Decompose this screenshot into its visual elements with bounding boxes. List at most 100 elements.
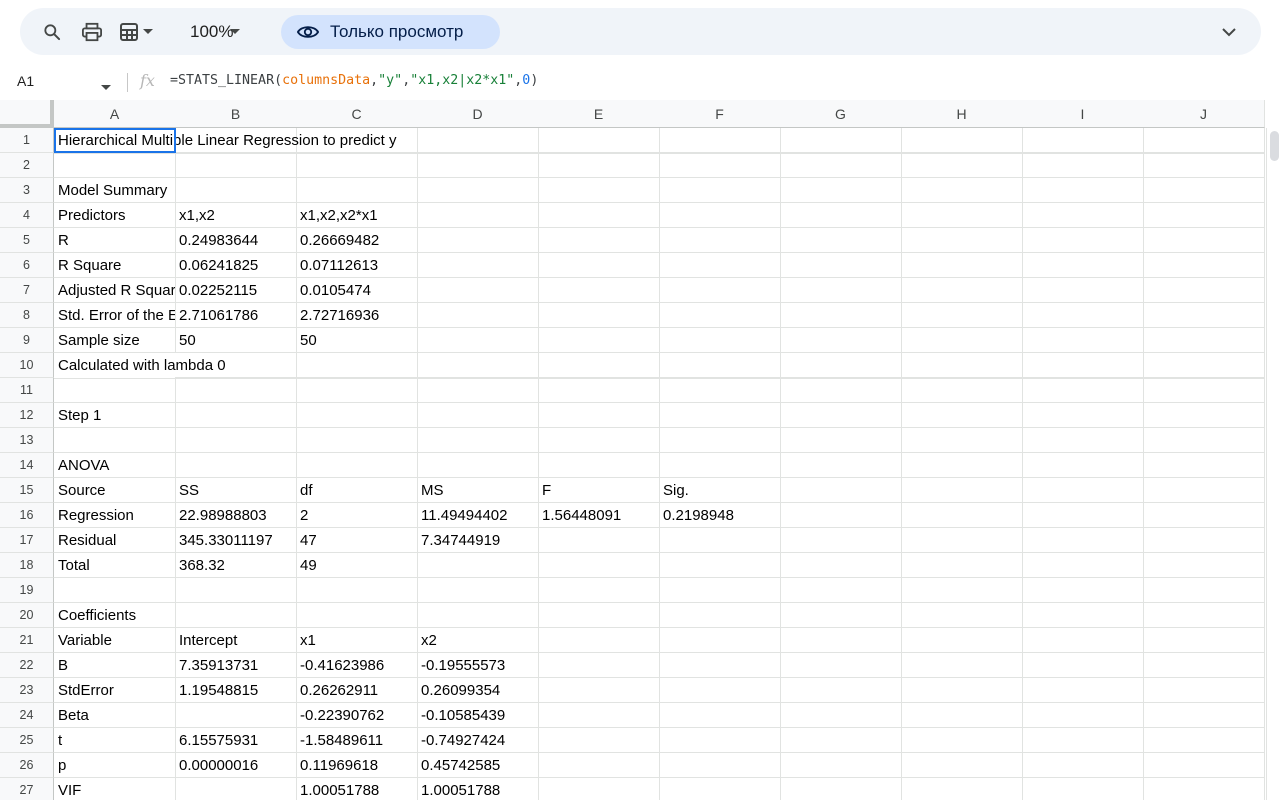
- cell-g23[interactable]: [780, 678, 902, 703]
- cell-b27[interactable]: [175, 778, 297, 800]
- cell-b15[interactable]: SS: [175, 478, 297, 503]
- cell-d11[interactable]: [417, 378, 539, 403]
- scrollbar-thumb[interactable]: [1270, 131, 1279, 161]
- cell-e2[interactable]: [538, 153, 660, 178]
- cell-a15[interactable]: Source: [54, 478, 176, 503]
- cell-d15[interactable]: MS: [417, 478, 539, 503]
- column-header-c[interactable]: C: [296, 100, 418, 128]
- row-header[interactable]: 6: [0, 253, 54, 278]
- cell-e23[interactable]: [538, 678, 660, 703]
- cell-a8[interactable]: Std. Error of the Estimate: [54, 303, 176, 328]
- cell-e15[interactable]: F: [538, 478, 660, 503]
- cell-h20[interactable]: [901, 603, 1023, 628]
- cell-j19[interactable]: [1143, 578, 1265, 603]
- cell-e25[interactable]: [538, 728, 660, 753]
- cell-c21[interactable]: x1: [296, 628, 418, 653]
- cell-b4[interactable]: x1,x2: [175, 203, 297, 228]
- cell-e24[interactable]: [538, 703, 660, 728]
- cell-i6[interactable]: [1022, 253, 1144, 278]
- cell-b26[interactable]: 0.00000016: [175, 753, 297, 778]
- cell-b22[interactable]: 7.35913731: [175, 653, 297, 678]
- cell-g24[interactable]: [780, 703, 902, 728]
- cell-j13[interactable]: [1143, 428, 1265, 453]
- paint-format-menu[interactable]: [116, 16, 156, 48]
- cell-g22[interactable]: [780, 653, 902, 678]
- cell-i18[interactable]: [1022, 553, 1144, 578]
- row-header[interactable]: 14: [0, 453, 54, 478]
- cell-e20[interactable]: [538, 603, 660, 628]
- cell-i16[interactable]: [1022, 503, 1144, 528]
- cell-e21[interactable]: [538, 628, 660, 653]
- cell-g27[interactable]: [780, 778, 902, 800]
- cell-f5[interactable]: [659, 228, 781, 253]
- cell-c20[interactable]: [296, 603, 418, 628]
- cell-i14[interactable]: [1022, 453, 1144, 478]
- cell-h21[interactable]: [901, 628, 1023, 653]
- cell-j9[interactable]: [1143, 328, 1265, 353]
- cell-b18[interactable]: 368.32: [175, 553, 297, 578]
- cell-j5[interactable]: [1143, 228, 1265, 253]
- cell-j12[interactable]: [1143, 403, 1265, 428]
- cell-j27[interactable]: [1143, 778, 1265, 800]
- cell-j14[interactable]: [1143, 453, 1265, 478]
- cell-a22[interactable]: B: [54, 653, 176, 678]
- cell-a5[interactable]: R: [54, 228, 176, 253]
- cell-d3[interactable]: [417, 178, 539, 203]
- cell-b7[interactable]: 0.02252115: [175, 278, 297, 303]
- cell-e22[interactable]: [538, 653, 660, 678]
- cell-e13[interactable]: [538, 428, 660, 453]
- cell-j25[interactable]: [1143, 728, 1265, 753]
- cell-h7[interactable]: [901, 278, 1023, 303]
- cell-c13[interactable]: [296, 428, 418, 453]
- cell-a18[interactable]: Total: [54, 553, 176, 578]
- cell-g8[interactable]: [780, 303, 902, 328]
- cell-d27[interactable]: 1.00051788: [417, 778, 539, 800]
- name-box[interactable]: A1: [0, 64, 126, 100]
- cell-d6[interactable]: [417, 253, 539, 278]
- cell-h27[interactable]: [901, 778, 1023, 800]
- row-header[interactable]: 21: [0, 628, 54, 653]
- cell-d4[interactable]: [417, 203, 539, 228]
- cell-b8[interactable]: 2.71061786: [175, 303, 297, 328]
- cell-a19[interactable]: [54, 578, 176, 603]
- cell-a1[interactable]: Hierarchical Multiple Linear Regression …: [54, 128, 1265, 154]
- row-header[interactable]: 10: [0, 353, 54, 378]
- cell-j4[interactable]: [1143, 203, 1265, 228]
- cell-j17[interactable]: [1143, 528, 1265, 553]
- cell-i23[interactable]: [1022, 678, 1144, 703]
- cell-i24[interactable]: [1022, 703, 1144, 728]
- cell-d16[interactable]: 11.49494402: [417, 503, 539, 528]
- cell-j7[interactable]: [1143, 278, 1265, 303]
- cell-j26[interactable]: [1143, 753, 1265, 778]
- cell-a26[interactable]: p: [54, 753, 176, 778]
- cell-g17[interactable]: [780, 528, 902, 553]
- cell-i11[interactable]: [1022, 378, 1144, 403]
- row-header[interactable]: 11: [0, 378, 54, 403]
- cell-f23[interactable]: [659, 678, 781, 703]
- cell-h24[interactable]: [901, 703, 1023, 728]
- cell-d14[interactable]: [417, 453, 539, 478]
- cell-d26[interactable]: 0.45742585: [417, 753, 539, 778]
- cell-h8[interactable]: [901, 303, 1023, 328]
- cell-g19[interactable]: [780, 578, 902, 603]
- row-header[interactable]: 23: [0, 678, 54, 703]
- row-header[interactable]: 25: [0, 728, 54, 753]
- cell-c5[interactable]: 0.26669482: [296, 228, 418, 253]
- view-only-button[interactable]: Только просмотр: [281, 15, 500, 49]
- cell-h14[interactable]: [901, 453, 1023, 478]
- column-header-h[interactable]: H: [901, 100, 1023, 128]
- cell-i27[interactable]: [1022, 778, 1144, 800]
- cell-b9[interactable]: 50: [175, 328, 297, 353]
- cell-g5[interactable]: [780, 228, 902, 253]
- cell-f26[interactable]: [659, 753, 781, 778]
- cell-c17[interactable]: 47: [296, 528, 418, 553]
- select-all-corner[interactable]: [0, 100, 54, 128]
- cell-d25[interactable]: -0.74927424: [417, 728, 539, 753]
- cell-d19[interactable]: [417, 578, 539, 603]
- row-header[interactable]: 3: [0, 178, 54, 203]
- cell-a9[interactable]: Sample size: [54, 328, 176, 353]
- cell-i2[interactable]: [1022, 153, 1144, 178]
- cell-h25[interactable]: [901, 728, 1023, 753]
- cell-a4[interactable]: Predictors: [54, 203, 176, 228]
- cell-d17[interactable]: 7.34744919: [417, 528, 539, 553]
